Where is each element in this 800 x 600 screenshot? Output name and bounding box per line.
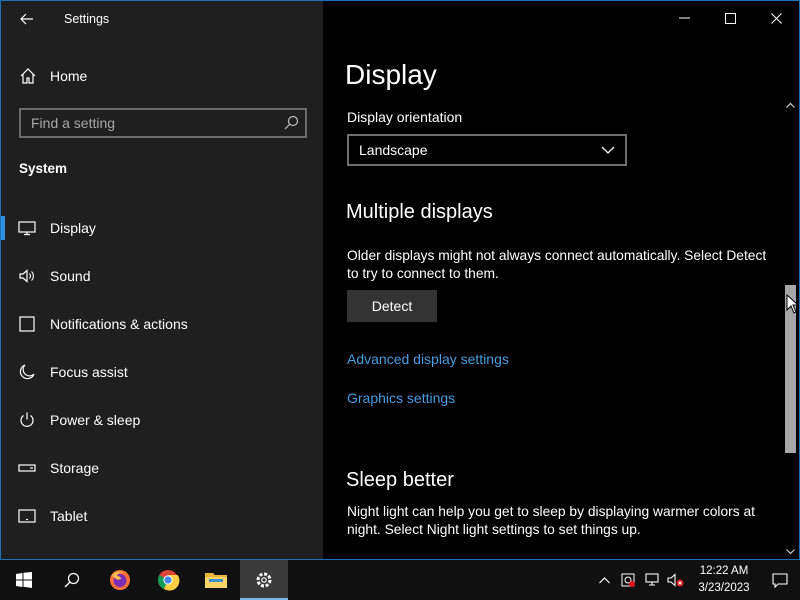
back-arrow-icon <box>20 13 33 25</box>
update-icon <box>621 573 635 587</box>
sidebar-item-focus-assist[interactable]: Focus assist <box>1 348 323 396</box>
sidebar-item-tablet[interactable]: Tablet <box>1 492 323 540</box>
taskbar-search-button[interactable] <box>48 560 96 600</box>
sidebar-item-label: Sound <box>50 268 91 284</box>
monitor-icon <box>18 219 36 237</box>
tray-update-icon-button[interactable] <box>616 560 640 600</box>
scroll-up-button[interactable] <box>782 98 799 112</box>
maximize-icon <box>724 12 736 24</box>
taskbar-firefox[interactable] <box>96 560 144 600</box>
sidebar-item-sound[interactable]: Sound <box>1 252 323 300</box>
search-box[interactable] <box>19 108 307 138</box>
clock[interactable]: 12:22 AM 3/23/2023 <box>688 563 760 597</box>
tray-volume-button[interactable] <box>664 560 688 600</box>
window-controls <box>661 1 799 35</box>
app-title: Settings <box>64 12 110 26</box>
sidebar-item-storage[interactable]: Storage <box>1 444 323 492</box>
settings-window: Settings Home System Display Sound <box>0 0 800 560</box>
taskbar: 12:22 AM 3/23/2023 <box>0 560 800 600</box>
sidebar: Settings Home System Display Sound <box>1 1 323 559</box>
show-hidden-icons-button[interactable] <box>592 560 616 600</box>
minimize-icon <box>678 17 690 19</box>
action-center-button[interactable] <box>760 560 800 600</box>
orientation-value: Landscape <box>359 142 428 158</box>
sidebar-item-label: Notifications & actions <box>50 316 188 332</box>
home-icon <box>20 68 36 84</box>
start-icon <box>16 572 32 588</box>
sleep-better-description: Night light can help you get to sleep by… <box>347 504 755 537</box>
orientation-dropdown[interactable]: Landscape <box>347 134 627 166</box>
tray-network-button[interactable] <box>640 560 664 600</box>
multiple-displays-description: Older displays might not always connect … <box>347 248 767 281</box>
scroll-down-button[interactable] <box>782 545 799 559</box>
notification-icon <box>772 572 788 588</box>
mouse-cursor-icon <box>786 294 800 314</box>
sidebar-item-label: Tablet <box>50 508 88 524</box>
sidebar-item-display[interactable]: Display <box>1 204 323 252</box>
maximize-button[interactable] <box>707 1 753 35</box>
chrome-icon <box>158 570 180 591</box>
chevron-up-icon <box>786 102 795 108</box>
storage-icon <box>18 459 36 477</box>
taskbar-settings[interactable] <box>240 560 288 600</box>
tablet-icon <box>18 507 36 525</box>
notification-icon <box>18 315 36 333</box>
chevron-down-icon <box>601 146 615 154</box>
advanced-display-settings-link[interactable]: Advanced display settings <box>347 351 509 367</box>
taskbar-chrome[interactable] <box>144 560 192 600</box>
section-label: System <box>19 161 68 176</box>
close-icon <box>770 12 782 24</box>
sidebar-item-label: Storage <box>50 460 100 476</box>
taskbar-file-explorer[interactable] <box>192 560 240 600</box>
sidebar-item-label: Focus assist <box>50 364 128 380</box>
search-icon <box>64 572 80 588</box>
search-input[interactable] <box>21 115 283 131</box>
graphics-settings-link[interactable]: Graphics settings <box>347 390 455 406</box>
search-icon <box>284 115 299 130</box>
sidebar-item-label: Display <box>50 220 96 236</box>
speaker-icon <box>18 267 36 285</box>
sidebar-item-notifications[interactable]: Notifications & actions <box>1 300 323 348</box>
clock-date: 3/23/2023 <box>698 582 750 594</box>
detect-button[interactable]: Detect <box>347 290 437 322</box>
firefox-icon <box>110 570 130 590</box>
sidebar-item-power-sleep[interactable]: Power & sleep <box>1 396 323 444</box>
power-icon <box>18 411 36 429</box>
settings-icon <box>256 572 272 588</box>
chevron-up-icon <box>598 576 610 583</box>
moon-icon <box>18 363 36 381</box>
page-title: Display <box>345 59 437 90</box>
sidebar-item-home[interactable]: Home <box>1 61 323 91</box>
sleep-better-heading: Sleep better <box>346 469 454 491</box>
main-content: Display Display orientation Landscape Mu… <box>323 1 799 559</box>
network-icon <box>645 573 659 586</box>
volume-muted-icon <box>667 573 684 587</box>
multiple-displays-heading: Multiple displays <box>346 201 493 223</box>
sidebar-nav: Display Sound Notifications & actions Fo… <box>1 204 323 540</box>
chevron-down-icon <box>786 549 795 555</box>
close-button[interactable] <box>753 1 799 35</box>
orientation-label: Display orientation <box>347 109 463 125</box>
vertical-scrollbar[interactable] <box>782 98 799 559</box>
file-explorer-icon <box>205 573 227 588</box>
start-button[interactable] <box>0 560 48 600</box>
system-tray: 12:22 AM 3/23/2023 <box>592 560 800 600</box>
clock-time: 12:22 AM <box>699 565 749 577</box>
sidebar-item-label: Power & sleep <box>50 412 141 428</box>
home-label: Home <box>50 68 88 84</box>
minimize-button[interactable] <box>661 1 707 35</box>
back-button[interactable] <box>15 7 39 31</box>
